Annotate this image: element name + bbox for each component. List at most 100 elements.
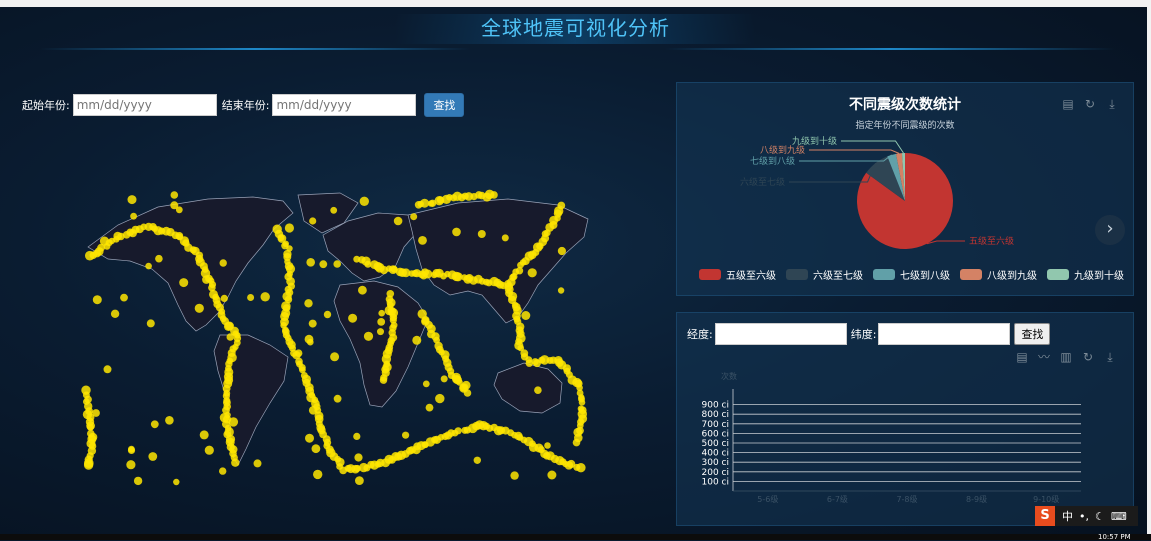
- earthquake-point[interactable]: [306, 258, 315, 267]
- earthquake-point[interactable]: [226, 333, 235, 341]
- earthquake-point[interactable]: [461, 380, 471, 390]
- earthquake-point[interactable]: [422, 380, 430, 388]
- keyboard-icon[interactable]: ⌨: [1111, 510, 1127, 523]
- earthquake-point[interactable]: [92, 409, 100, 417]
- earthquake-point[interactable]: [419, 271, 428, 280]
- earthquake-point[interactable]: [165, 416, 174, 425]
- earthquake-point[interactable]: [219, 259, 227, 267]
- earthquake-point[interactable]: [199, 430, 209, 440]
- earthquake-point[interactable]: [130, 212, 137, 220]
- earthquake-point[interactable]: [304, 334, 314, 344]
- earthquake-point[interactable]: [358, 285, 367, 295]
- earthquake-point[interactable]: [313, 469, 323, 480]
- earthquake-point[interactable]: [86, 423, 94, 431]
- earthquake-point[interactable]: [309, 217, 317, 225]
- moon-icon[interactable]: ☾: [1095, 510, 1105, 523]
- earthquake-point[interactable]: [452, 227, 461, 237]
- earthquake-point[interactable]: [473, 456, 481, 464]
- earthquake-point[interactable]: [330, 352, 340, 362]
- earthquake-point[interactable]: [534, 386, 542, 394]
- earthquake-point[interactable]: [333, 260, 341, 268]
- earthquake-point[interactable]: [304, 299, 313, 308]
- earthquake-point[interactable]: [435, 393, 445, 404]
- next-chart-button[interactable]: ›: [1095, 215, 1125, 245]
- earthquake-point[interactable]: [150, 420, 159, 429]
- earthquake-point[interactable]: [247, 294, 255, 301]
- end-date-input[interactable]: [272, 94, 417, 116]
- earthquake-point[interactable]: [355, 476, 364, 485]
- earthquake-point[interactable]: [454, 427, 462, 435]
- earthquake-point[interactable]: [359, 196, 369, 206]
- start-date-input[interactable]: [72, 94, 217, 116]
- earthquake-point[interactable]: [402, 431, 410, 439]
- earthquake-point[interactable]: [219, 467, 227, 475]
- date-search-button[interactable]: 查找: [424, 93, 465, 117]
- ime-mode[interactable]: 中: [1062, 508, 1073, 524]
- earthquake-point[interactable]: [410, 213, 418, 221]
- earthquake-point[interactable]: [128, 445, 135, 453]
- earthquake-point[interactable]: [384, 305, 394, 316]
- earthquake-point[interactable]: [510, 471, 519, 480]
- earthquake-point[interactable]: [83, 460, 94, 470]
- ime-controls[interactable]: 中 •, ☾ ⌨: [1055, 506, 1138, 526]
- ime-logo[interactable]: S: [1035, 506, 1055, 526]
- earthquake-point[interactable]: [412, 335, 422, 345]
- earthquake-point[interactable]: [311, 444, 321, 454]
- earthquake-point[interactable]: [440, 375, 448, 383]
- earthquake-point[interactable]: [354, 453, 363, 462]
- earthquake-point[interactable]: [103, 365, 112, 374]
- earthquake-point[interactable]: [253, 459, 262, 468]
- earthquake-point[interactable]: [453, 375, 463, 385]
- earthquake-point[interactable]: [547, 470, 557, 480]
- earthquake-point[interactable]: [348, 313, 358, 323]
- earthquake-point[interactable]: [521, 311, 531, 320]
- earthquake-point[interactable]: [202, 275, 211, 284]
- earthquake-point[interactable]: [377, 318, 386, 326]
- earthquake-point[interactable]: [333, 394, 342, 403]
- earthquake-point[interactable]: [170, 201, 179, 210]
- world-earthquake-map[interactable]: [78, 185, 598, 500]
- earthquake-point[interactable]: [145, 262, 152, 270]
- earthquake-point[interactable]: [219, 412, 230, 423]
- earthquake-point[interactable]: [127, 195, 137, 205]
- legend-item[interactable]: 七级到八级: [873, 267, 950, 282]
- earthquake-point[interactable]: [110, 309, 120, 318]
- ime-toolbar[interactable]: S 中 •, ☾ ⌨: [1035, 506, 1138, 526]
- earthquake-point[interactable]: [126, 460, 136, 470]
- earthquake-point[interactable]: [99, 236, 110, 246]
- earthquake-point[interactable]: [294, 349, 303, 357]
- earthquake-point[interactable]: [92, 295, 102, 305]
- earthquake-point[interactable]: [557, 201, 566, 210]
- earthquake-point[interactable]: [228, 417, 239, 427]
- earthquake-point[interactable]: [463, 389, 472, 397]
- legend-item[interactable]: 八级到九级: [960, 267, 1037, 282]
- earthquake-point[interactable]: [204, 445, 214, 455]
- earthquake-point[interactable]: [490, 191, 498, 199]
- earthquake-point[interactable]: [319, 260, 328, 269]
- earthquake-point[interactable]: [284, 223, 294, 233]
- earthquake-point[interactable]: [420, 198, 430, 208]
- earthquake-point[interactable]: [146, 319, 155, 328]
- earthquake-point[interactable]: [363, 331, 374, 341]
- earthquake-point[interactable]: [120, 293, 128, 302]
- earthquake-point[interactable]: [578, 399, 586, 406]
- earthquake-point[interactable]: [305, 433, 314, 443]
- earthquake-point[interactable]: [378, 309, 386, 317]
- earthquake-point[interactable]: [173, 478, 180, 486]
- earthquake-point[interactable]: [179, 278, 189, 288]
- earthquake-point[interactable]: [527, 268, 537, 278]
- earthquake-point[interactable]: [133, 476, 143, 486]
- earthquake-point[interactable]: [194, 303, 204, 313]
- earthquake-point[interactable]: [557, 287, 565, 294]
- earthquake-point[interactable]: [576, 463, 586, 473]
- earthquake-point[interactable]: [353, 432, 361, 440]
- earthquake-point[interactable]: [308, 406, 318, 415]
- earthquake-point[interactable]: [418, 236, 427, 245]
- punctuation-icon[interactable]: •,: [1079, 510, 1089, 523]
- earthquake-point[interactable]: [501, 234, 509, 242]
- earthquake-point[interactable]: [377, 328, 384, 336]
- magnitude-pie-chart[interactable]: 五级至六级六级至七级七级到八级八级到九级九级到十级: [677, 83, 1133, 295]
- legend-item[interactable]: 九级到十级: [1047, 267, 1124, 282]
- earthquake-point[interactable]: [308, 319, 317, 328]
- earthquake-point[interactable]: [544, 442, 551, 449]
